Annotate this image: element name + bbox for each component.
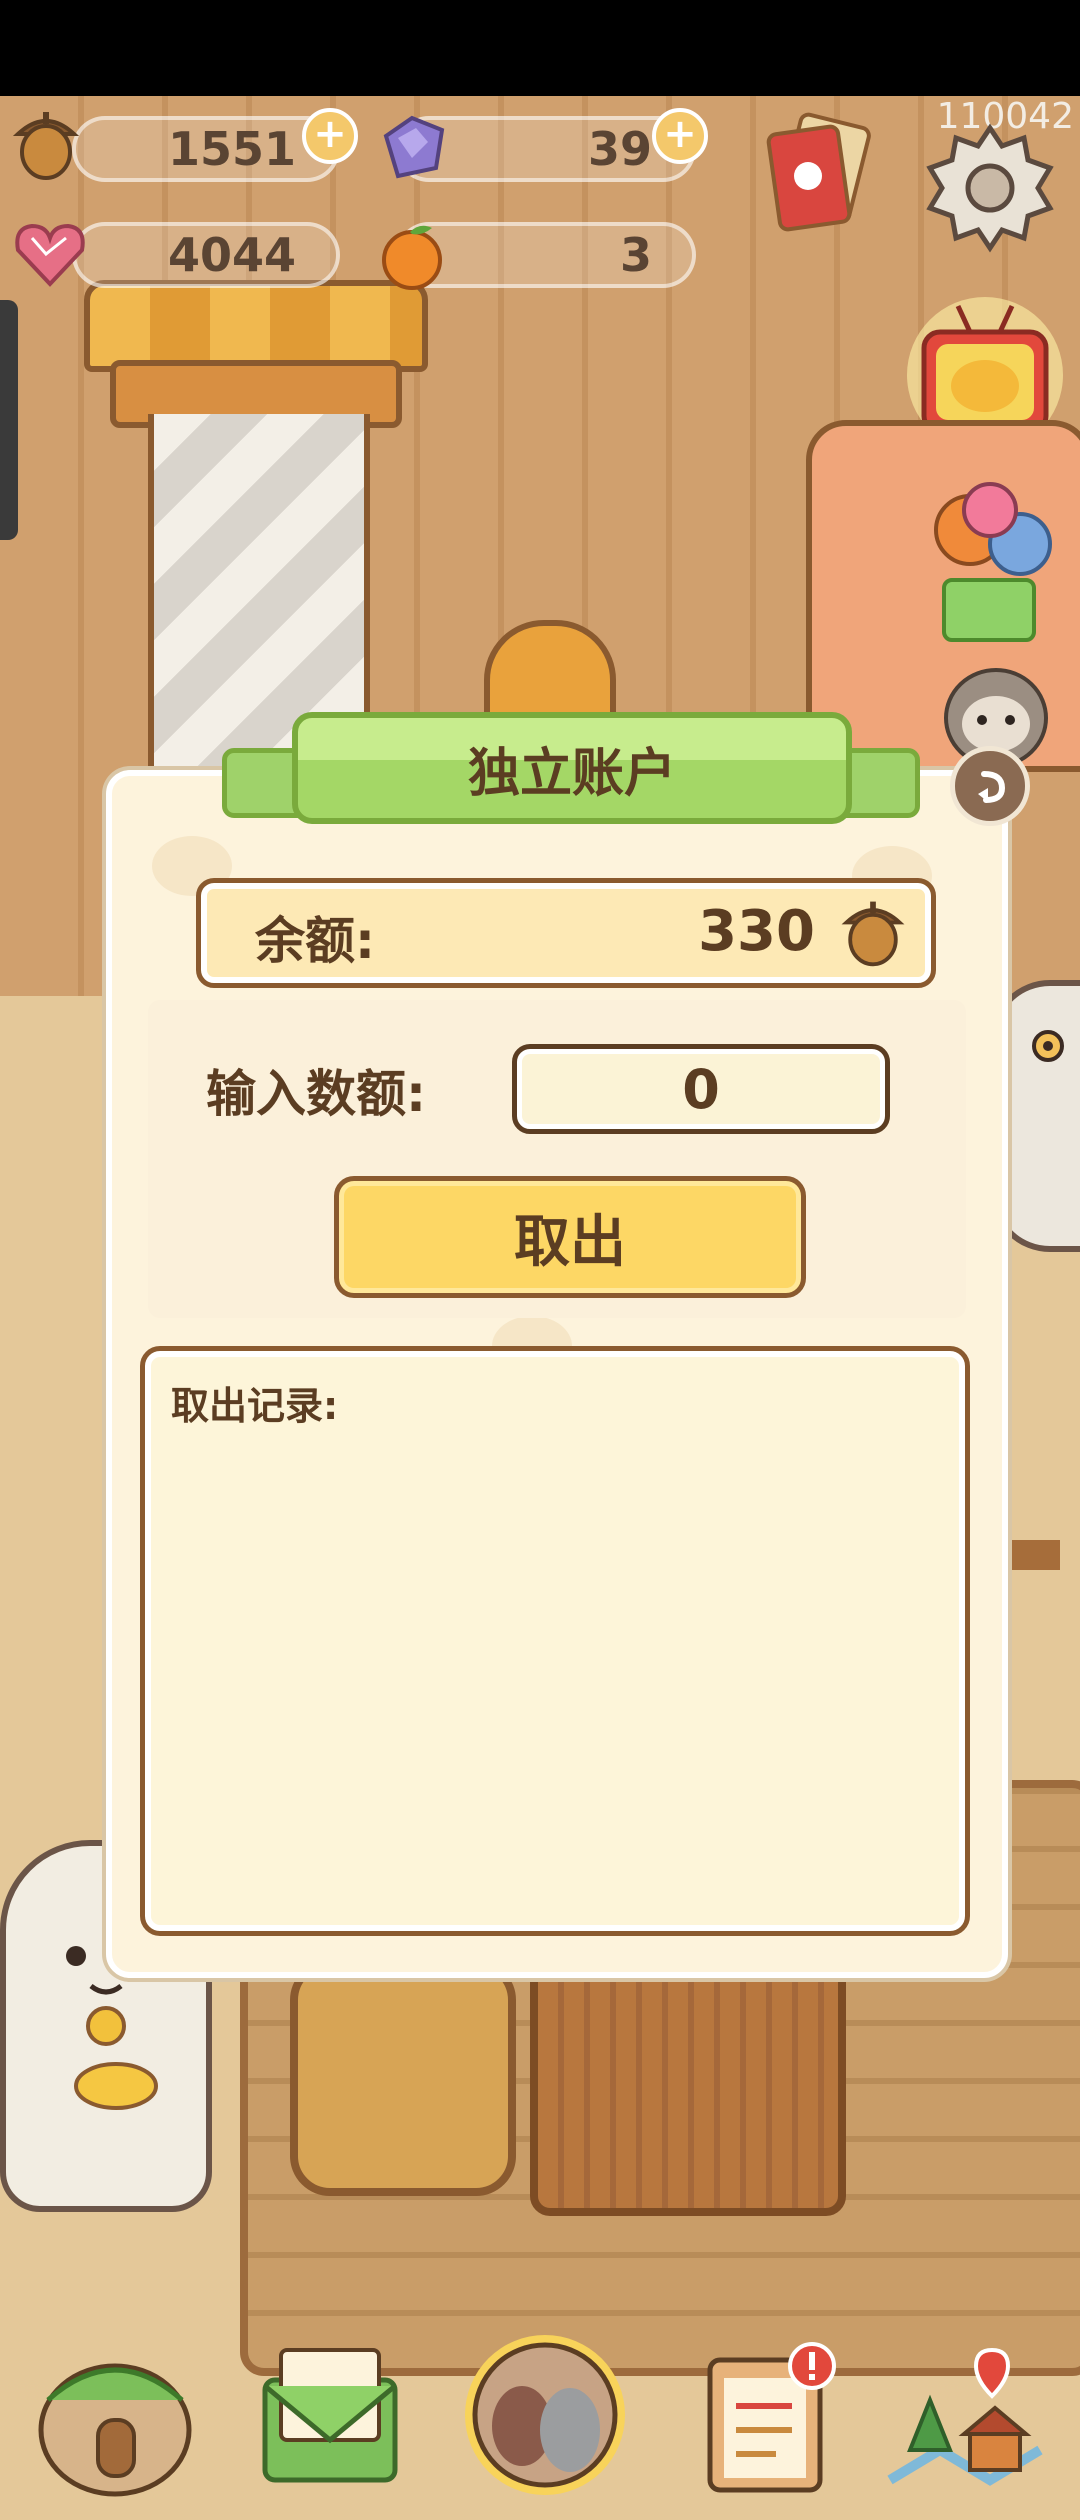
- purple-gem-icon: [372, 108, 452, 188]
- heart-counter: 4044: [72, 222, 340, 288]
- return-arrow-icon: [978, 771, 1006, 803]
- amount-label: 输入数额:: [206, 1065, 426, 1123]
- letter-icon[interactable]: [245, 2330, 415, 2500]
- balance-label: 余额:: [255, 912, 375, 970]
- records-label: 取出记录:: [171, 1384, 339, 1428]
- add-gems-button[interactable]: +: [652, 108, 708, 164]
- wicker-armchair: [290, 1960, 516, 2196]
- house-icon[interactable]: [30, 2330, 200, 2500]
- heart-crystal-icon: [10, 214, 90, 294]
- cats-icon[interactable]: [460, 2330, 630, 2500]
- withdraw-records: 取出记录:: [140, 1346, 970, 1936]
- ornament-lamp: [484, 620, 616, 722]
- plus-icon: +: [313, 111, 347, 157]
- map-icon[interactable]: [880, 2330, 1050, 2500]
- balloon-gift-icon[interactable]: [910, 470, 1070, 650]
- acorn-icon: [6, 104, 86, 184]
- add-acorns-button[interactable]: +: [302, 108, 358, 164]
- dialog-title: 独立账户: [292, 712, 852, 824]
- withdraw-button[interactable]: 取出: [334, 1176, 806, 1298]
- status-bar: [0, 0, 1080, 96]
- plus-icon: +: [663, 111, 697, 157]
- orange-icon: [372, 216, 452, 296]
- gem-count: 39: [587, 122, 652, 176]
- close-button[interactable]: [950, 746, 1030, 826]
- orange-count: 3: [619, 228, 652, 282]
- balance-value: 330: [698, 899, 815, 964]
- acorn-counter: 1551: [72, 116, 340, 182]
- card-deck-icon[interactable]: [752, 110, 882, 250]
- amount-input[interactable]: [512, 1044, 890, 1134]
- acorn-icon: [835, 891, 911, 977]
- heart-count: 4044: [167, 228, 296, 282]
- gear-icon[interactable]: [920, 118, 1060, 258]
- acorn-count: 1551: [167, 122, 296, 176]
- side-drawer-handle[interactable]: [0, 300, 18, 540]
- balance-display: 余额: 330: [196, 878, 936, 988]
- tasks-icon[interactable]: [680, 2330, 850, 2500]
